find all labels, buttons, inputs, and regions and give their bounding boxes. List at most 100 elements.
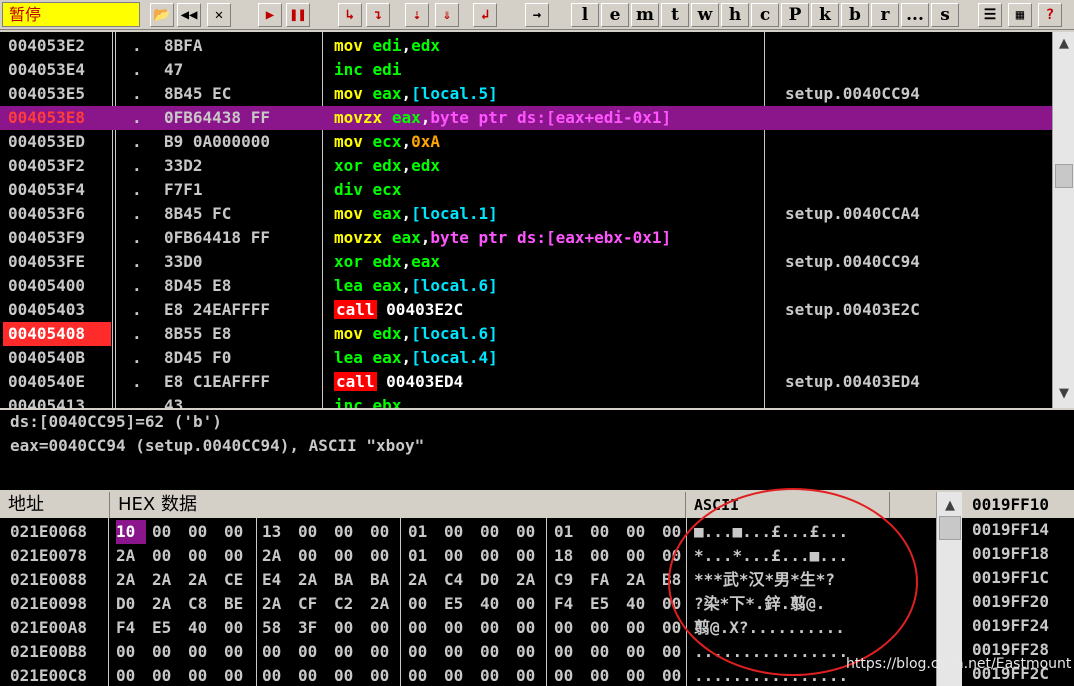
dump-byte: 00 (444, 618, 464, 637)
stack-address[interactable]: 0019FF10 (962, 492, 1074, 518)
disassembly-pane[interactable]: 004053E2. 8BFA mov edi,edx 004053E4. 47 inc e… (0, 32, 1052, 408)
run-icon[interactable]: ▶ (258, 3, 282, 27)
disasm-row[interactable]: 004053E2. 8BFA mov edi,edx (0, 34, 1052, 58)
operand: , (401, 132, 412, 151)
mnemonic: mov (334, 132, 363, 151)
dump-byte: 00 (370, 642, 390, 661)
dump-byte: 00 (626, 666, 646, 685)
disasm-row[interactable]: 004053ED. B9 0A000000 mov ecx,0xA (0, 130, 1052, 154)
disasm-row[interactable]: 00405413. 43 inc ebx (0, 394, 1052, 408)
disasm-row[interactable]: 00405408. 8B55 E8 mov edx,[local.6] (0, 322, 1052, 346)
list-icon[interactable]: ☰ (978, 3, 1002, 27)
jump-marker: . (132, 180, 142, 199)
operand: [local.5] (411, 84, 498, 103)
dump-byte: 00 (590, 546, 610, 565)
operand: , (420, 228, 431, 247)
dump-byte: 00 (590, 618, 610, 637)
hex-bytes: 33D0 (164, 252, 203, 271)
dump-byte: 00 (626, 546, 646, 565)
hex-bytes: F7F1 (164, 180, 203, 199)
dump-byte: 00 (152, 522, 172, 541)
toolbar-letter-button[interactable]: h (721, 3, 749, 27)
jump-marker: . (132, 300, 142, 319)
toolbar-letter-button[interactable]: c (751, 3, 779, 27)
trace-over-icon[interactable]: ⇓ (435, 3, 459, 27)
address: 00405413 (8, 396, 86, 408)
dump-byte: 2A (262, 594, 282, 613)
instruction: call 00403E2C (334, 298, 463, 322)
hex-bytes: 8BFA (164, 36, 203, 55)
disasm-row[interactable]: 0040540E. E8 C1EAFFFF call 00403ED4 setup.0… (0, 370, 1052, 394)
dump-byte: 40 (188, 618, 208, 637)
toolbar-letter-button[interactable]: l (571, 3, 599, 27)
goto-icon[interactable]: → (525, 3, 549, 27)
help-icon[interactable]: ? (1038, 3, 1062, 27)
rewind-icon[interactable]: ◀◀ (177, 3, 201, 27)
stack-address[interactable]: 0019FF18 (962, 542, 1074, 566)
grid-icon[interactable]: ▦ (1008, 3, 1032, 27)
comment: setup.00403E2C (785, 300, 920, 319)
toolbar-letter-button[interactable]: e (601, 3, 629, 27)
toolbar-letter-button[interactable]: t (661, 3, 689, 27)
dump-byte: 00 (188, 642, 208, 661)
toolbar-letter-button[interactable]: P (781, 3, 809, 27)
toolbar-letter-button[interactable]: k (811, 3, 839, 27)
pause-icon[interactable]: ❚❚ (286, 3, 310, 27)
scroll-down-icon[interactable]: ▼ (1053, 384, 1074, 404)
toolbar-letter-button[interactable]: r (871, 3, 899, 27)
disasm-row[interactable]: 004053F4. F7F1 div ecx (0, 178, 1052, 202)
close-icon[interactable]: ✕ (207, 3, 231, 27)
scroll-up-icon[interactable]: ▲ (1053, 34, 1074, 54)
hex-bytes: B9 0A000000 (164, 132, 270, 151)
scroll-thumb[interactable] (939, 516, 961, 540)
dump-byte: 00 (188, 522, 208, 541)
hex-bytes: E8 C1EAFFFF (164, 372, 270, 391)
operand: , (401, 324, 412, 343)
dump-byte: BA (370, 570, 390, 589)
step-over-icon[interactable]: ↴ (366, 3, 390, 27)
stack-address[interactable]: 0019FF1C (962, 566, 1074, 590)
disasm-row[interactable]: 004053FE. 33D0 xor edx,eax setup.0040CC94 (0, 250, 1052, 274)
scroll-thumb[interactable] (1055, 164, 1073, 188)
mnemonic: xor (334, 252, 363, 271)
toolbar-letter-button[interactable]: w (691, 3, 719, 27)
dump-address: 021E00C8 (10, 666, 88, 685)
jump-marker: . (132, 204, 142, 223)
hex-bytes: 47 (164, 60, 184, 79)
stack-address[interactable]: 0019FF14 (962, 518, 1074, 542)
disasm-row[interactable]: 004053F6. 8B45 FC mov eax,[local.1] setup.0… (0, 202, 1052, 226)
toolbar-letter-button[interactable]: s (931, 3, 959, 27)
disasm-row[interactable]: 004053E8. 0FB64438 FF movzx eax,byte ptr d… (0, 106, 1052, 130)
disassembly-scrollbar[interactable]: ▲ ▼ (1052, 32, 1074, 408)
disasm-row[interactable]: 004053F9. 0FB64418 FF movzx eax,byte ptr d… (0, 226, 1052, 250)
toolbar-letter-button[interactable]: m (631, 3, 659, 27)
execute-till-return-icon[interactable]: ↲ (473, 3, 497, 27)
disasm-row[interactable]: 004053F2. 33D2 xor edx,edx (0, 154, 1052, 178)
dump-byte: E4 (262, 570, 282, 589)
column-hex-label: HEX 数据 (118, 494, 197, 515)
stack-address[interactable]: 0019FF24 (962, 614, 1074, 638)
disasm-row[interactable]: 004053E5. 8B45 EC mov eax,[local.5] setup.0… (0, 82, 1052, 106)
trace-into-icon[interactable]: ⇣ (405, 3, 429, 27)
operand: eax (372, 84, 402, 103)
info-line-1: ds:[0040CC95]=62 ('b') (10, 412, 222, 431)
dump-byte: 00 (590, 642, 610, 661)
disasm-row[interactable]: 00405403. E8 24EAFFFF call 00403E2C setup.0… (0, 298, 1052, 322)
dump-byte: 00 (516, 522, 536, 541)
disasm-row[interactable]: 004053E4. 47 inc edi (0, 58, 1052, 82)
disasm-row[interactable]: 00405400. 8D45 E8 lea eax,[local.6] (0, 274, 1052, 298)
open-icon[interactable]: 📂 (150, 3, 174, 27)
stack-address[interactable]: 0019FF20 (962, 590, 1074, 614)
dump-byte: 00 (480, 546, 500, 565)
toolbar-letter-button[interactable]: b (841, 3, 869, 27)
operand: edi (372, 36, 402, 55)
disasm-row[interactable]: 0040540B. 8D45 F0 lea eax,[local.4] (0, 346, 1052, 370)
column-address[interactable]: 地址 (0, 492, 110, 518)
step-into-icon[interactable]: ↳ (338, 3, 362, 27)
address: 004053F4 (8, 180, 86, 199)
column-hex[interactable]: HEX 数据 (110, 492, 686, 518)
scroll-up-icon[interactable]: ▲ (937, 496, 963, 516)
operand: [local.6] (411, 324, 498, 343)
toolbar-letter-button[interactable]: ... (901, 3, 929, 27)
dump-byte: 00 (408, 618, 428, 637)
